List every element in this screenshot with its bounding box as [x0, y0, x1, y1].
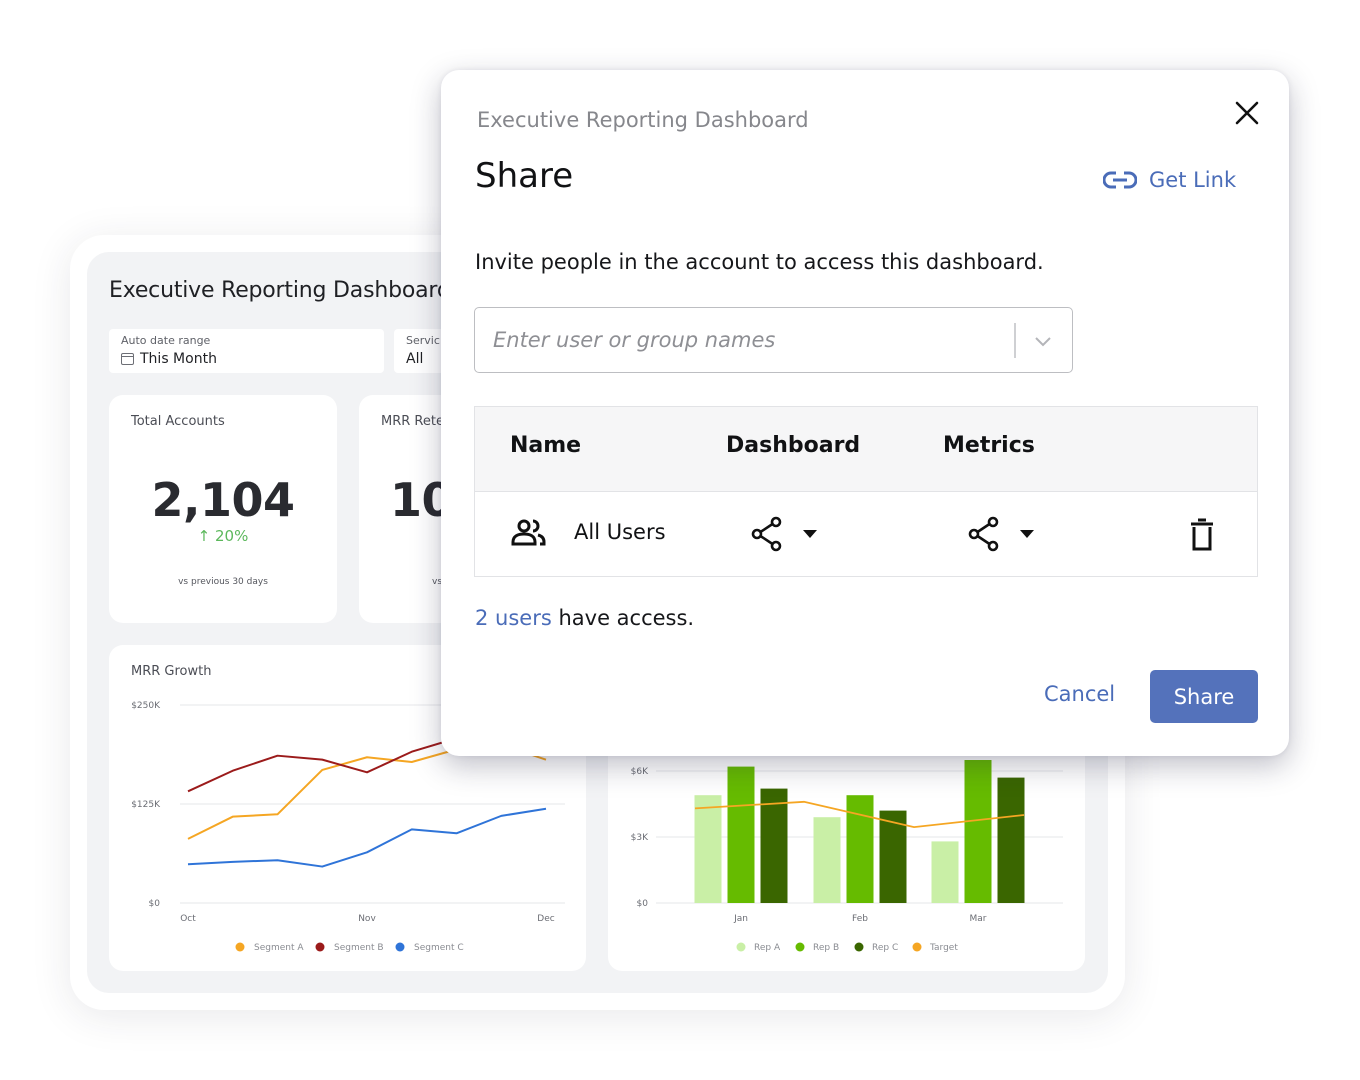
- filter-value: All: [406, 351, 424, 367]
- metrics-permission-dropdown[interactable]: [967, 516, 1035, 552]
- chevron-down-icon[interactable]: [1032, 330, 1054, 352]
- column-header-metrics: Metrics: [943, 433, 1035, 458]
- user-group-combobox[interactable]: [474, 307, 1073, 373]
- bar-rep-b: [727, 766, 755, 903]
- cancel-button[interactable]: Cancel: [1044, 682, 1115, 706]
- bar-rep-b: [964, 760, 992, 903]
- get-link-button[interactable]: Get Link: [1103, 168, 1236, 192]
- kpi-footnote: vs previous 30 days: [178, 577, 268, 587]
- calendar-icon: [121, 353, 134, 365]
- bar-rep-a: [931, 841, 959, 903]
- legend-marker: [795, 942, 805, 952]
- x-tick-label: Mar: [970, 914, 987, 924]
- access-suffix: have access.: [551, 606, 695, 630]
- caret-down-icon: [1020, 530, 1034, 538]
- modal-title: Share: [475, 156, 574, 196]
- legend-marker: [315, 942, 325, 952]
- bar-rep-b: [846, 795, 874, 903]
- legend-label: Target: [929, 943, 958, 953]
- bar-rep-a: [694, 795, 722, 903]
- bar-rep-a: [813, 817, 841, 903]
- kpi-value: 2,104: [151, 473, 295, 527]
- legend-marker: [736, 942, 746, 952]
- y-tick-label: $3K: [631, 833, 649, 843]
- dashboard-title: Executive Reporting Dashboard: [109, 278, 451, 303]
- filter-label: Servic: [406, 334, 440, 347]
- access-summary: 2 users have access.: [475, 606, 694, 630]
- trash-icon[interactable]: [1188, 518, 1216, 552]
- filter-value: This Month: [140, 351, 217, 367]
- column-header-dashboard: Dashboard: [726, 433, 861, 458]
- user-group-input[interactable]: [493, 322, 993, 358]
- legend-label: Segment A: [254, 943, 304, 953]
- y-tick-label: $0: [637, 899, 649, 909]
- legend-marker: [854, 942, 864, 952]
- column-header-name: Name: [510, 433, 582, 458]
- row-name: All Users: [574, 520, 666, 544]
- table-header: Name Dashboard Metrics: [475, 407, 1257, 492]
- bar-rep-c: [997, 777, 1025, 903]
- date-range-filter[interactable]: Auto date range This Month: [109, 329, 384, 373]
- modal-description: Invite people in the account to access t…: [475, 250, 1044, 274]
- legend-label: Segment C: [414, 943, 464, 953]
- x-tick-label: Nov: [358, 914, 376, 924]
- close-icon[interactable]: [1232, 98, 1262, 128]
- kpi-title: MRR Rete: [381, 414, 444, 429]
- legend-label: Rep C: [872, 943, 898, 953]
- kpi-delta: ↑ 20%: [197, 527, 249, 545]
- get-link-label: Get Link: [1149, 168, 1237, 192]
- x-tick-label: Oct: [180, 914, 196, 924]
- filter-label: Auto date range: [121, 334, 211, 347]
- caret-down-icon: [803, 530, 817, 538]
- legend-marker: [395, 942, 405, 952]
- legend-marker: [912, 942, 922, 952]
- y-tick-label: $6K: [631, 767, 649, 777]
- access-table: Name Dashboard Metrics All Users: [474, 406, 1258, 577]
- y-tick-label: $125K: [131, 800, 161, 810]
- share-button[interactable]: Share: [1150, 670, 1258, 723]
- legend-marker: [235, 942, 245, 952]
- filter-value-wrap: All: [406, 351, 423, 367]
- share-modal: Executive Reporting Dashboard Share Get …: [441, 70, 1289, 756]
- table-row: All Users: [475, 492, 1257, 577]
- kpi-title: Total Accounts: [131, 414, 225, 429]
- users-icon: [511, 519, 546, 546]
- x-tick-label: Dec: [537, 914, 554, 924]
- legend-label: Rep A: [754, 943, 781, 953]
- dashboard-permission-dropdown[interactable]: [750, 516, 818, 552]
- share-icon: [751, 516, 782, 552]
- input-separator: [1014, 323, 1016, 358]
- series-line-segment-c: [187, 807, 547, 868]
- y-tick-label: $250K: [131, 701, 161, 711]
- x-tick-label: Feb: [852, 914, 868, 924]
- bar-rep-c: [760, 788, 788, 903]
- legend-label: Rep B: [813, 943, 839, 953]
- users-with-access-link[interactable]: 2 users: [475, 606, 552, 630]
- filter-value-wrap: This Month: [121, 351, 217, 367]
- series-line-segment-a: [187, 743, 547, 840]
- legend-label: Segment B: [334, 943, 384, 953]
- modal-subtitle: Executive Reporting Dashboard: [477, 108, 809, 132]
- x-tick-label: Jan: [733, 914, 748, 924]
- y-tick-label: $0: [149, 899, 161, 909]
- kpi-card-total-accounts: Total Accounts 2,104 ↑ 20% vs previous 3…: [109, 395, 337, 623]
- link-icon: [1103, 171, 1137, 189]
- share-icon: [968, 516, 999, 552]
